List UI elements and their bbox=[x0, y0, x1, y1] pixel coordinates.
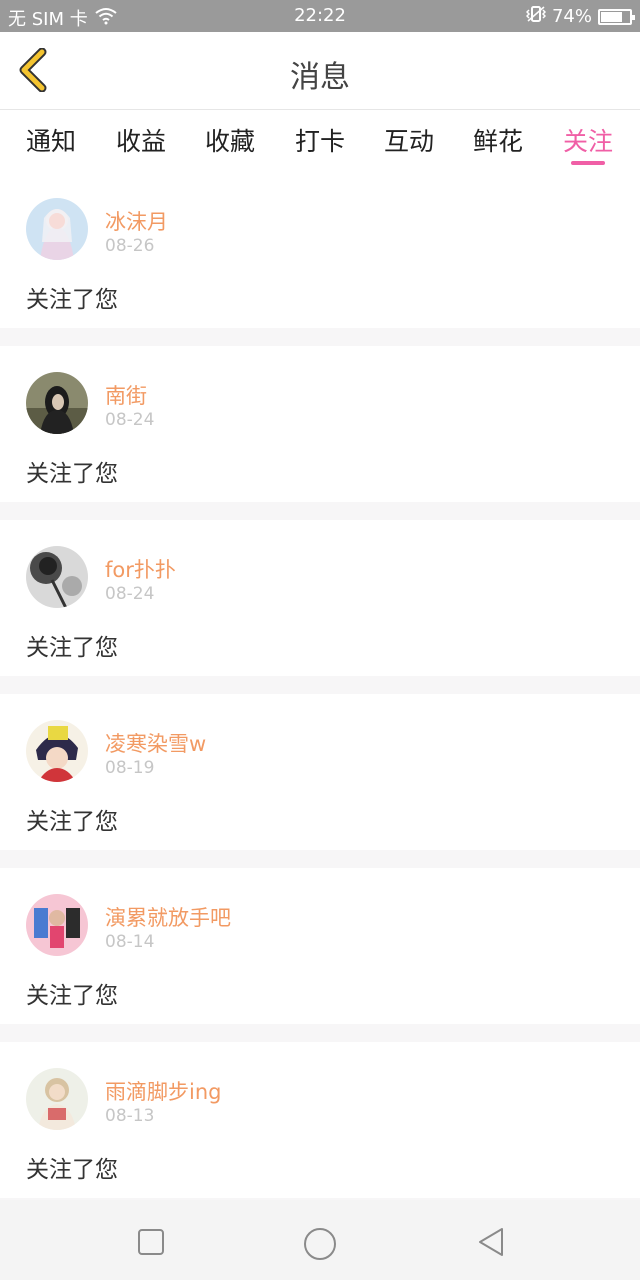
avatar[interactable] bbox=[26, 1068, 88, 1130]
system-nav-bar bbox=[0, 1200, 640, 1280]
message-text: 关注了您 bbox=[26, 461, 118, 487]
username[interactable]: 雨滴脚步ing bbox=[105, 1076, 221, 1106]
timestamp: 08-14 bbox=[105, 932, 155, 952]
timestamp: 08-24 bbox=[105, 584, 155, 604]
avatar[interactable] bbox=[26, 720, 88, 782]
timestamp: 08-26 bbox=[105, 236, 155, 256]
list-item[interactable]: 南街 08-24 关注了您 bbox=[0, 346, 640, 502]
message-text: 关注了您 bbox=[26, 287, 118, 313]
triangle-back-icon bbox=[476, 1228, 508, 1262]
avatar[interactable] bbox=[26, 372, 88, 434]
home-button[interactable] bbox=[302, 1226, 336, 1260]
timestamp: 08-24 bbox=[105, 410, 155, 430]
battery-text: 74% bbox=[551, 6, 592, 27]
timestamp: 08-19 bbox=[105, 758, 155, 778]
tab-follow[interactable]: 关注 bbox=[553, 122, 623, 158]
vibrate-icon bbox=[525, 5, 547, 28]
list-item[interactable]: 雨滴脚步ing 08-13 关注了您 bbox=[0, 1042, 640, 1198]
status-bar: 无 SIM 卡 22:22 74% bbox=[0, 0, 640, 32]
recent-apps-button[interactable] bbox=[135, 1226, 167, 1258]
tab-favorites[interactable]: 收藏 bbox=[195, 122, 265, 158]
message-text: 关注了您 bbox=[26, 1157, 118, 1183]
square-icon bbox=[135, 1229, 167, 1262]
username[interactable]: 南街 bbox=[105, 380, 147, 410]
list-item[interactable]: 冰沫月 08-26 关注了您 bbox=[0, 172, 640, 328]
list-item[interactable]: 演累就放手吧 08-14 关注了您 bbox=[0, 868, 640, 1024]
list-item[interactable]: 凌寒染雪w 08-19 关注了您 bbox=[0, 694, 640, 850]
tab-flowers[interactable]: 鲜花 bbox=[463, 122, 533, 158]
battery-fill bbox=[601, 11, 622, 22]
battery-icon bbox=[598, 8, 635, 25]
avatar[interactable] bbox=[26, 546, 88, 608]
avatar[interactable] bbox=[26, 894, 88, 956]
tab-notice[interactable]: 通知 bbox=[16, 122, 86, 158]
page-title: 消息 bbox=[290, 60, 350, 95]
nav-back-button[interactable] bbox=[476, 1226, 508, 1258]
active-tab-indicator bbox=[571, 161, 605, 165]
username[interactable]: 演累就放手吧 bbox=[105, 902, 231, 932]
tab-bar: 通知 收益 收藏 打卡 互动 鲜花 关注 bbox=[0, 110, 640, 172]
header: 消息 bbox=[0, 32, 640, 110]
message-text: 关注了您 bbox=[26, 809, 118, 835]
username[interactable]: for扑扑 bbox=[105, 554, 176, 584]
status-right: 74% bbox=[520, 5, 635, 28]
username[interactable]: 冰沫月 bbox=[105, 206, 168, 236]
tab-earnings[interactable]: 收益 bbox=[106, 122, 176, 158]
circle-icon bbox=[302, 1228, 338, 1266]
tab-checkin[interactable]: 打卡 bbox=[285, 122, 355, 158]
message-text: 关注了您 bbox=[26, 635, 118, 661]
timestamp: 08-13 bbox=[105, 1106, 155, 1126]
tab-interaction[interactable]: 互动 bbox=[374, 122, 444, 158]
avatar[interactable] bbox=[26, 198, 88, 260]
list-item[interactable]: for扑扑 08-24 关注了您 bbox=[0, 520, 640, 676]
username[interactable]: 凌寒染雪w bbox=[105, 728, 206, 758]
message-text: 关注了您 bbox=[26, 983, 118, 1009]
